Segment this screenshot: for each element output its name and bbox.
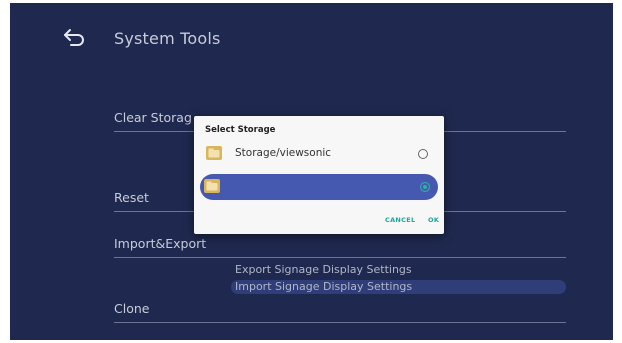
system-tools-screen: System Tools Clear Storag Reset Import&E… [10, 3, 613, 340]
folder-icon [206, 146, 222, 160]
ok-button[interactable]: OK [428, 216, 439, 224]
reset-item[interactable]: Reset [114, 190, 149, 205]
export-settings-option[interactable]: Export Signage Display Settings [235, 263, 412, 276]
divider [114, 257, 566, 258]
radio-icon[interactable] [418, 149, 428, 159]
import-export-item[interactable]: Import&Export [114, 236, 206, 251]
select-storage-dialog: Select Storage Storage/viewsonic CANCEL … [194, 116, 444, 234]
storage-option-selected[interactable] [200, 174, 438, 200]
back-arrow-icon[interactable] [61, 27, 87, 47]
radio-selected-icon[interactable] [420, 182, 430, 192]
cancel-button[interactable]: CANCEL [385, 216, 415, 224]
storage-option-label: Storage/viewsonic [235, 147, 332, 159]
clear-storage-item[interactable]: Clear Storag [114, 110, 192, 125]
divider [114, 322, 566, 323]
clone-item[interactable]: Clone [114, 301, 149, 316]
page-title: System Tools [114, 29, 221, 48]
import-settings-option[interactable]: Import Signage Display Settings [235, 280, 412, 293]
folder-icon [204, 179, 220, 193]
storage-option[interactable]: Storage/viewsonic [202, 141, 436, 166]
dialog-title: Select Storage [205, 125, 276, 135]
